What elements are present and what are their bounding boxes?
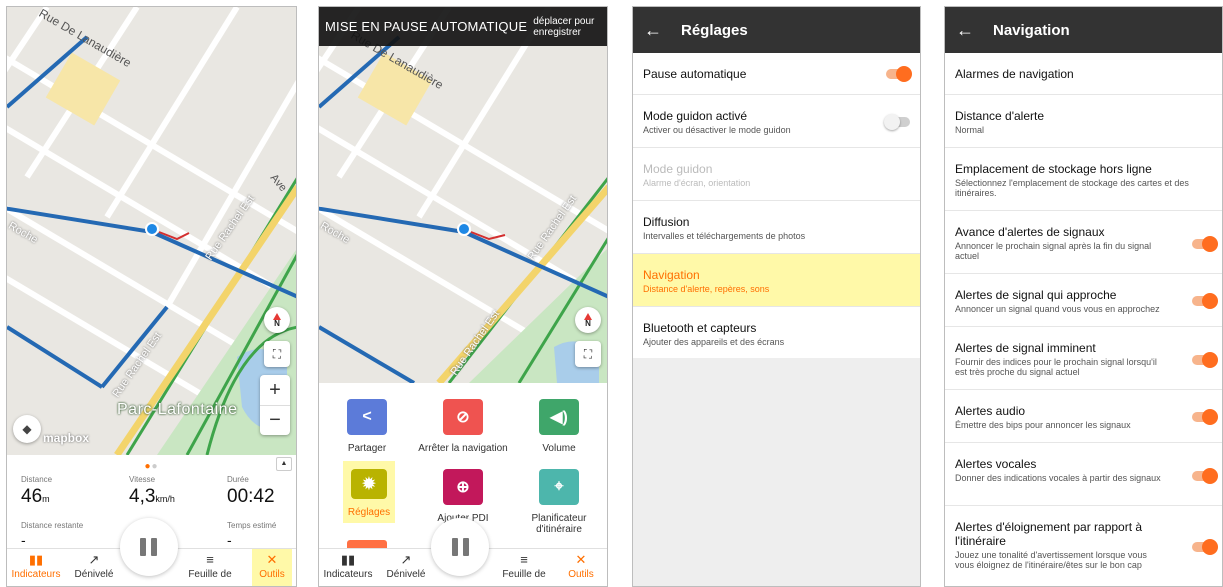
handlebar-mode-toggle[interactable] (884, 114, 910, 130)
stat-duration: Durée 00:42 (227, 475, 275, 507)
list-icon: ≡ (520, 552, 528, 567)
tool-stop-navigation[interactable]: ⊘ Arrêter la navigation (415, 399, 511, 454)
compass-icon: ⊘ (443, 399, 483, 435)
setting-offline-storage[interactable]: Emplacement de stockage hors ligne Sélec… (945, 148, 1222, 211)
nav-tools[interactable]: ✕ Outils (252, 549, 292, 586)
stat-estimated-time: Temps estimé - (227, 521, 277, 548)
nav-indicators[interactable]: ▮▮ Indicateurs (319, 549, 377, 586)
mapbox-attribution[interactable]: mapbox (43, 431, 89, 445)
chevron-up-icon: ▲ (280, 460, 288, 467)
fullscreen-button[interactable]: ⛶ (264, 341, 290, 367)
setting-alert-distance[interactable]: Distance d'alerte Normal (945, 95, 1222, 148)
page-title: Réglages (681, 21, 748, 39)
screen-map-tracking: Rue De Lanaudière Rue Rachel Est Rue Rac… (6, 6, 297, 587)
map-canvas (7, 7, 296, 455)
compass-button[interactable]: N (264, 307, 290, 333)
app-bar: ← Navigation (945, 7, 1222, 53)
tools-icon: ✕ (266, 552, 278, 567)
nav-elevation[interactable]: ↗ Dénivelé (65, 549, 123, 586)
setting-off-route-alerts[interactable]: Alertes d'éloignement par rapport à l'it… (945, 506, 1222, 586)
screen-navigation-settings: ← Navigation Alarmes de navigation Dista… (944, 6, 1223, 587)
pause-button[interactable] (119, 518, 178, 576)
nav-indicators[interactable]: ▮▮ Indicateurs (7, 549, 65, 586)
layers-icon: ◆ (22, 422, 32, 436)
voice-alerts-toggle[interactable] (1192, 468, 1218, 484)
zoom-control: + − (260, 375, 290, 435)
setting-navigation-alarms[interactable]: Alarmes de navigation (945, 53, 1222, 95)
share-icon: < (347, 399, 387, 435)
setting-bluetooth-sensors[interactable]: Bluetooth et capteurs Ajouter des appare… (633, 307, 920, 358)
tool-volume[interactable]: ◀) Volume (511, 399, 607, 454)
app-bar: ← Réglages (633, 7, 920, 53)
nav-route-sheet[interactable]: ≡ Feuille de (495, 549, 553, 586)
setting-auto-pause[interactable]: Pause automatique (633, 53, 920, 95)
nav-route-sheet[interactable]: ≡ Feuille de (181, 549, 239, 586)
auto-pause-banner: MISE EN PAUSE AUTOMATIQUE déplacer pour … (319, 7, 607, 46)
approaching-cue-toggle[interactable] (1192, 293, 1218, 309)
auto-pause-toggle[interactable] (886, 66, 912, 82)
park-label: Parc-Lafontaine (117, 401, 238, 418)
trend-icon: ↗ (400, 552, 412, 567)
tool-tile-partial (347, 540, 387, 548)
empty-area (633, 358, 920, 586)
setting-approaching-cue-alerts[interactable]: Alertes de signal qui approche Annoncer … (945, 274, 1222, 327)
setting-broadcast[interactable]: Diffusion Intervalles et téléchargements… (633, 201, 920, 254)
bar-chart-icon: ▮▮ (28, 552, 44, 567)
fullscreen-button[interactable]: ⛶ (575, 341, 601, 367)
stat-remaining: Distance restante - (21, 521, 84, 548)
pause-button[interactable] (431, 518, 489, 576)
setting-imminent-cue-alerts[interactable]: Alertes de signal imminent Fournir des i… (945, 327, 1222, 390)
list-icon: ≡ (206, 552, 214, 567)
page-title: Navigation (993, 21, 1070, 39)
bar-chart-icon: ▮▮ (340, 552, 356, 567)
page-indicator: ●● (144, 461, 159, 472)
tool-add-poi[interactable]: ⊕ Ajouter PDI (415, 469, 511, 524)
trend-icon: ↗ (88, 552, 100, 567)
fullscreen-icon: ⛶ (272, 346, 282, 361)
zoom-out-button[interactable]: − (260, 405, 290, 435)
compass-button[interactable]: N (575, 307, 601, 333)
tool-share[interactable]: < Partager (319, 399, 415, 454)
screen-settings: ← Réglages Pause automatique Mode guidon… (632, 6, 921, 587)
tools-icon: ✕ (575, 552, 587, 567)
tool-settings[interactable]: ✹ Réglages (343, 461, 395, 523)
fullscreen-icon: ⛶ (583, 346, 593, 361)
zoom-in-button[interactable]: + (260, 375, 290, 405)
navigation-settings-list: Alarmes de navigation Distance d'alerte … (945, 53, 1222, 586)
layers-button[interactable]: ◆ (13, 415, 41, 443)
back-arrow-icon[interactable]: ← (945, 20, 985, 41)
map-canvas (319, 7, 607, 383)
setting-handlebar-mode: Mode guidon Alarme d'écran, orientation (633, 148, 920, 201)
imminent-cue-toggle[interactable] (1192, 352, 1218, 368)
volume-icon: ◀) (539, 399, 579, 435)
gear-icon: ✹ (351, 469, 387, 499)
setting-handlebar-mode-enabled[interactable]: Mode guidon activé Activer ou désactiver… (633, 95, 920, 148)
audio-alerts-toggle[interactable] (1192, 409, 1218, 425)
setting-navigation[interactable]: Navigation Distance d'alerte, repères, s… (633, 254, 920, 307)
setting-voice-alerts[interactable]: Alertes vocales Donner des indications v… (945, 443, 1222, 506)
expand-button[interactable]: ▲ (276, 457, 292, 471)
stat-speed: Vitesse 4,3km/h (129, 475, 175, 507)
pause-icon (140, 538, 146, 556)
map-view[interactable]: Rue De Lanaudière Rue Rachel Est Rue Rac… (319, 7, 607, 383)
nav-elevation[interactable]: ↗ Dénivelé (377, 549, 435, 586)
back-arrow-icon[interactable]: ← (633, 20, 673, 41)
add-poi-icon: ⊕ (443, 469, 483, 505)
route-planner-icon: ⌖ (539, 469, 579, 505)
pause-icon (451, 538, 458, 556)
tool-route-planner[interactable]: ⌖ Planificateur d'itinéraire (511, 469, 607, 535)
screen-tools-menu: Rue De Lanaudière Rue Rachel Est Rue Rac… (318, 6, 608, 587)
setting-audio-alerts[interactable]: Alertes audio Émettre des bips pour anno… (945, 390, 1222, 443)
setting-cue-advance-alerts[interactable]: Avance d'alertes de signaux Annoncer le … (945, 211, 1222, 274)
settings-list: Pause automatique Mode guidon activé Act… (633, 53, 920, 358)
nav-tools[interactable]: ✕ Outils (561, 549, 601, 586)
off-route-toggle[interactable] (1192, 539, 1218, 555)
map-view[interactable]: Rue De Lanaudière Rue Rachel Est Rue Rac… (7, 7, 296, 455)
stat-distance: Distance 46m (21, 475, 53, 507)
cue-advance-toggle[interactable] (1192, 236, 1218, 252)
